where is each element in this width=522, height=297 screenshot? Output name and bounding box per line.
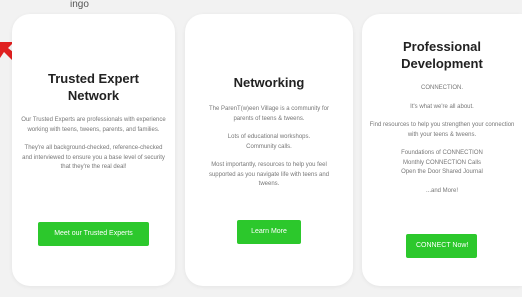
card-paragraph: Find resources to help you strengthen yo… — [369, 122, 515, 138]
card-networking: Networking The ParenT(w)een Village is a… — [185, 14, 353, 286]
connect-now-button[interactable]: CONNECT Now! — [406, 234, 477, 258]
card-paragraph: It's what we're all about. — [410, 103, 474, 110]
card-paragraph: The ParenT(w)een Village is a community … — [209, 106, 329, 122]
card-body: The ParenT(w)een Village is a community … — [199, 105, 339, 190]
card-list-item: Monthly CONNECTION Calls — [402, 159, 481, 166]
card-paragraph: Most importantly, resources to help you … — [208, 162, 330, 187]
card-body: CONNECTION. It's what we're all about. F… — [367, 84, 517, 196]
learn-more-button[interactable]: Learn More — [237, 220, 301, 244]
card-paragraph: CONNECTION. — [421, 85, 463, 91]
meet-trusted-experts-button[interactable]: Meet our Trusted Experts — [38, 222, 149, 246]
card-body: Our Trusted Experts are professionals wi… — [21, 116, 166, 173]
card-paragraph: Our Trusted Experts are professionals wi… — [21, 117, 166, 133]
card-list-item: Open the Door Shared Journal — [401, 169, 483, 175]
card-paragraph: They're all background-checked, referenc… — [22, 145, 165, 170]
card-title: Trusted Expert Network — [47, 71, 140, 103]
card-title: Professional Development — [401, 39, 483, 71]
card-paragraph: ...and More! — [425, 187, 458, 194]
card-paragraph: Lots of educational workshops. Community… — [227, 134, 311, 150]
card-professional-development: Professional Development CONNECTION. It'… — [362, 14, 522, 286]
top-text-fragment: ingo — [70, 0, 89, 10]
card-title: Networking — [233, 75, 305, 90]
card-trusted-expert-network: Trusted Expert Network Our Trusted Exper… — [12, 14, 175, 286]
card-list-item: Foundations of CONNECTION — [401, 150, 483, 156]
